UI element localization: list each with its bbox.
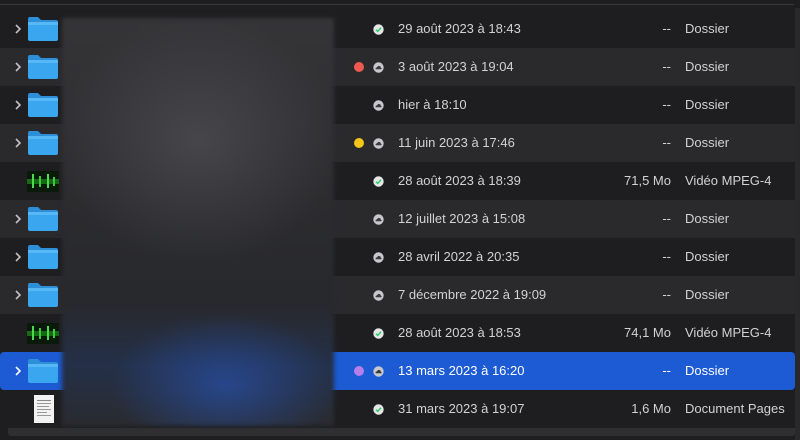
file-size: -- xyxy=(662,21,671,36)
modified-date: 3 août 2023 à 19:04 xyxy=(398,59,514,74)
file-size: -- xyxy=(662,363,671,378)
folder-icon xyxy=(26,357,60,385)
cloud-icon[interactable] xyxy=(373,62,384,73)
file-kind: Dossier xyxy=(685,363,730,378)
modified-date: 29 août 2023 à 18:43 xyxy=(398,21,521,36)
file-kind: Vidéo MPEG-4 xyxy=(685,325,772,340)
cloud-icon[interactable] xyxy=(373,252,384,263)
vertical-scrollbar[interactable] xyxy=(795,8,800,440)
modified-date: hier à 18:10 xyxy=(398,97,467,112)
cloud-icon[interactable] xyxy=(373,366,384,377)
modified-date: 31 mars 2023 à 19:07 xyxy=(398,401,525,416)
file-size: -- xyxy=(662,59,671,74)
synced-check-icon[interactable] xyxy=(373,328,384,339)
disclosure-chevron-icon[interactable] xyxy=(12,98,24,112)
file-size: -- xyxy=(662,135,671,150)
file-size: -- xyxy=(662,249,671,264)
folder-icon xyxy=(26,281,60,309)
cloud-icon[interactable] xyxy=(373,100,384,111)
disclosure-chevron-icon[interactable] xyxy=(12,212,24,226)
synced-check-icon[interactable] xyxy=(373,24,384,35)
synced-check-icon[interactable] xyxy=(373,176,384,187)
document-pages-icon xyxy=(26,395,60,423)
folder-icon xyxy=(26,129,60,157)
file-kind: Vidéo MPEG-4 xyxy=(685,173,772,188)
disclosure-chevron-icon[interactable] xyxy=(12,60,24,74)
file-size: -- xyxy=(662,287,671,302)
disclosure-chevron-icon[interactable] xyxy=(12,288,24,302)
file-size: 74,1 Mo xyxy=(624,325,671,340)
redacted-filenames-area xyxy=(62,18,334,426)
file-kind: Dossier xyxy=(685,135,730,150)
file-size: -- xyxy=(662,211,671,226)
folder-icon xyxy=(26,91,60,119)
disclosure-chevron-icon[interactable] xyxy=(12,136,24,150)
modified-date: 11 juin 2023 à 17:46 xyxy=(398,135,515,150)
folder-icon xyxy=(26,243,60,271)
cloud-icon[interactable] xyxy=(373,138,384,149)
disclosure-chevron-icon[interactable] xyxy=(12,22,24,36)
folder-icon xyxy=(26,205,60,233)
column-header-divider xyxy=(0,0,800,8)
folder-icon xyxy=(26,53,60,81)
color-tag-red-icon xyxy=(354,62,364,72)
modified-date: 12 juillet 2023 à 15:08 xyxy=(398,211,526,226)
synced-check-icon[interactable] xyxy=(373,404,384,415)
video-thumbnail-icon xyxy=(26,319,60,347)
cloud-icon[interactable] xyxy=(373,290,384,301)
file-kind: Dossier xyxy=(685,97,730,112)
modified-date: 28 août 2023 à 18:39 xyxy=(398,173,521,188)
modified-date: 28 août 2023 à 18:53 xyxy=(398,325,521,340)
horizontal-scrollbar[interactable] xyxy=(8,428,795,436)
file-kind: Dossier xyxy=(685,59,730,74)
file-size: 1,6 Mo xyxy=(631,401,671,416)
disclosure-chevron-icon[interactable] xyxy=(12,250,24,264)
cloud-icon[interactable] xyxy=(373,214,384,225)
file-kind: Dossier xyxy=(685,21,730,36)
color-tag-yellow-icon xyxy=(354,138,364,148)
modified-date: 13 mars 2023 à 16:20 xyxy=(398,363,525,378)
file-kind: Dossier xyxy=(685,287,730,302)
file-kind: Document Pages xyxy=(685,401,785,416)
file-kind: Dossier xyxy=(685,211,730,226)
file-size: 71,5 Mo xyxy=(624,173,671,188)
video-thumbnail-icon xyxy=(26,167,60,195)
color-tag-purple-icon xyxy=(354,366,364,376)
modified-date: 7 décembre 2022 à 19:09 xyxy=(398,287,547,302)
file-kind: Dossier xyxy=(685,249,730,264)
file-size: -- xyxy=(662,97,671,112)
modified-date: 28 avril 2022 à 20:35 xyxy=(398,249,520,264)
disclosure-chevron-icon[interactable] xyxy=(12,364,24,378)
folder-icon xyxy=(26,15,60,43)
